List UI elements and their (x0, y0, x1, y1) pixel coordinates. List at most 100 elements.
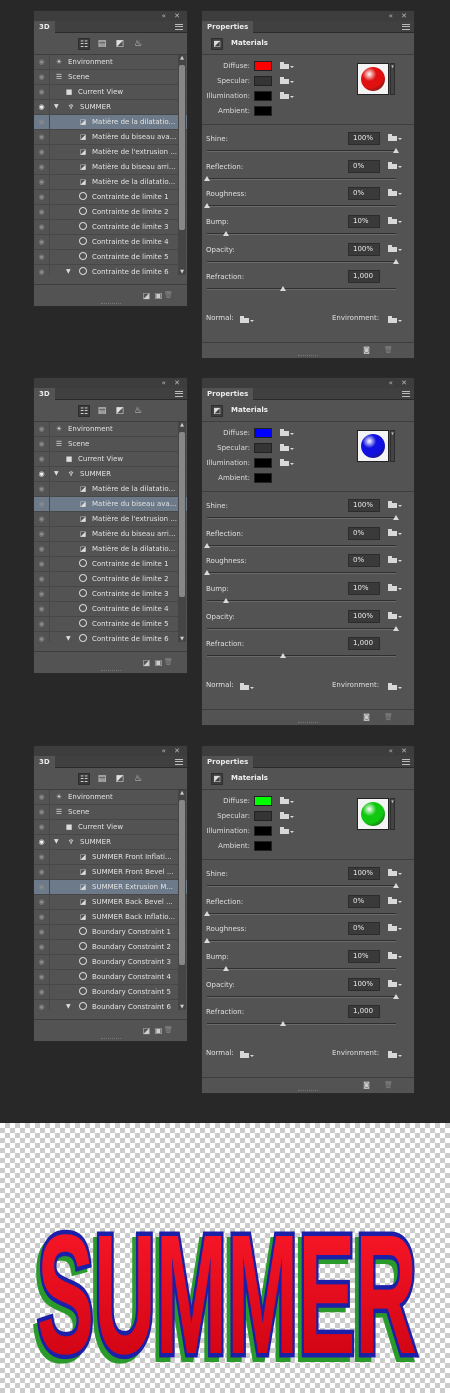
layer-row[interactable]: ◉ Contrainte de limite 5 (34, 250, 187, 265)
bump-value-field[interactable]: 10% (348, 582, 380, 596)
bump-slider-track[interactable] (207, 966, 396, 972)
refraction-value-field[interactable]: 1,000 (348, 1005, 380, 1019)
scroll-down-arrow-icon[interactable]: ▼ (179, 1004, 185, 1010)
bump-slider-knob[interactable] (222, 966, 229, 972)
layer-row[interactable]: ◉ ◪ Matière de l'extrusion ... (34, 512, 187, 527)
specular-color-swatch[interactable] (254, 811, 272, 821)
reflection-texture-folder-icon[interactable] (388, 528, 402, 536)
tab-3d[interactable]: 3D (34, 388, 55, 400)
ambient-color-swatch[interactable] (254, 473, 272, 483)
filter-lights-icon[interactable]: ♨ (132, 405, 144, 417)
eye-icon[interactable]: ◉ (34, 220, 50, 234)
reflection-slider-knob[interactable] (204, 542, 210, 548)
eye-icon[interactable]: ◉ (34, 85, 50, 99)
opacity-texture-folder-icon[interactable] (388, 611, 402, 619)
reflection-slider-track[interactable] (204, 542, 396, 548)
diffuse-color-swatch[interactable] (254, 796, 272, 806)
bump-slider-knob[interactable] (222, 231, 229, 237)
diffuse-texture-folder-icon[interactable] (280, 797, 294, 804)
material-preview[interactable] (357, 430, 389, 462)
delete-icon[interactable]: 🗑 (164, 1026, 173, 1035)
layer-row[interactable]: ◉ Boundary Constraint 4 (34, 970, 187, 985)
filter-materials-icon[interactable]: ◩ (114, 405, 126, 417)
chevron-down-icon[interactable]: ▼ (66, 1000, 71, 1010)
eye-icon[interactable]: ◉ (34, 617, 50, 631)
eye-icon[interactable]: ◉ (34, 115, 50, 129)
resize-grip[interactable] (298, 1090, 318, 1093)
eye-icon[interactable]: ◉ (34, 820, 50, 834)
resize-grip[interactable] (100, 670, 121, 673)
tab-properties[interactable]: Properties (202, 756, 254, 768)
eye-icon[interactable]: ◉ (34, 160, 50, 174)
material-picker-dropdown[interactable]: ▾ (390, 63, 395, 95)
roughness-slider-track[interactable] (204, 203, 396, 209)
specular-texture-folder-icon[interactable] (280, 444, 294, 451)
opacity-slider-track[interactable] (207, 625, 399, 631)
tab-3d[interactable]: 3D (34, 756, 55, 768)
diffuse-texture-folder-icon[interactable] (280, 429, 294, 436)
layer-row[interactable]: ◉ ▼ Contrainte de limite 6 (34, 632, 187, 642)
layer-row[interactable]: ◉ ◪ SUMMER Front Inflati... (34, 850, 187, 865)
filter-materials-icon[interactable]: ◩ (114, 773, 126, 785)
scrollbar-thumb[interactable] (179, 65, 185, 230)
refraction-slider-track[interactable] (207, 1021, 396, 1027)
reflection-texture-folder-icon[interactable] (388, 896, 402, 904)
eye-icon[interactable]: ◉ (34, 1000, 50, 1010)
eye-icon[interactable]: ◉ (34, 850, 50, 864)
eye-icon[interactable]: ◉ (34, 235, 50, 249)
refraction-value-field[interactable]: 1,000 (348, 637, 380, 651)
ambient-color-swatch[interactable] (254, 841, 272, 851)
layer-row[interactable]: ◉ ◪ SUMMER Extrusion M... (34, 880, 187, 895)
layer-row[interactable]: ◉ ☰ Scene (34, 70, 187, 85)
filter-materials-icon[interactable]: ◩ (114, 38, 126, 50)
shine-slider-track[interactable] (207, 883, 399, 888)
roughness-slider-track[interactable] (204, 570, 396, 576)
eye-icon[interactable]: ◉ (34, 970, 50, 984)
layer-row[interactable]: ◉ ◪ Matière de la dilatatio... (34, 115, 187, 130)
shine-texture-folder-icon[interactable] (388, 869, 402, 876)
bump-value-field[interactable]: 10% (348, 950, 380, 964)
delete-icon[interactable]: 🗑 (384, 713, 393, 722)
shine-value-field[interactable]: 100% (348, 867, 380, 880)
chevron-down-icon[interactable]: ▼ (54, 100, 59, 114)
layer-row[interactable]: ◉ ◪ SUMMER Back Inflatio... (34, 910, 187, 925)
eye-icon[interactable]: ◉ (34, 70, 50, 84)
eye-icon[interactable]: ◉ (34, 940, 50, 954)
diffuse-texture-folder-icon[interactable] (280, 62, 294, 69)
bump-texture-folder-icon[interactable] (388, 952, 402, 960)
render-icon[interactable]: ◙ (362, 713, 371, 722)
refraction-slider-track[interactable] (207, 286, 396, 292)
opacity-value-field[interactable]: 100% (348, 609, 380, 623)
layer-row[interactable]: ◉ ▼ ♆ SUMMER (34, 835, 187, 850)
reflection-slider-track[interactable] (204, 910, 396, 916)
material-picker-dropdown[interactable]: ▾ (390, 430, 395, 462)
layer-row[interactable]: ◉ Boundary Constraint 3 (34, 955, 187, 970)
layer-row[interactable]: ◉ Boundary Constraint 2 (34, 940, 187, 955)
bump-value-field[interactable]: 10% (348, 215, 380, 229)
eye-icon[interactable]: ◉ (34, 190, 50, 204)
resize-grip[interactable] (100, 303, 121, 306)
layer-row[interactable]: ◉ Contrainte de limite 4 (34, 235, 187, 250)
reflection-value-field[interactable]: 0% (348, 159, 380, 173)
bump-slider-track[interactable] (207, 231, 396, 237)
environment-texture-folder-icon[interactable] (388, 683, 402, 690)
eye-icon[interactable]: ◉ (34, 437, 50, 451)
render-icon[interactable]: ◙ (362, 1081, 371, 1090)
specular-texture-folder-icon[interactable] (280, 812, 294, 819)
roughness-value-field[interactable]: 0% (348, 922, 380, 936)
normal-texture-folder-icon[interactable] (240, 683, 254, 690)
layer-list-scrollbar[interactable]: ▲ ▼ (178, 422, 186, 642)
chevron-down-icon[interactable]: ▼ (66, 265, 71, 275)
eye-icon[interactable]: ◉ (34, 835, 50, 849)
illumination-texture-folder-icon[interactable] (280, 827, 294, 834)
roughness-value-field[interactable]: 0% (348, 187, 380, 201)
layer-row[interactable]: ◉ ◪ Matière du biseau ava... (34, 130, 187, 145)
eye-icon[interactable]: ◉ (34, 985, 50, 999)
illumination-color-swatch[interactable] (254, 458, 272, 468)
layer-list-scrollbar[interactable]: ▲ ▼ (178, 790, 186, 1010)
eye-icon[interactable]: ◉ (34, 100, 50, 114)
opacity-texture-folder-icon[interactable] (388, 244, 402, 252)
eye-icon[interactable]: ◉ (34, 542, 50, 556)
scrollbar-thumb[interactable] (179, 432, 185, 597)
roughness-texture-folder-icon[interactable] (388, 924, 402, 932)
